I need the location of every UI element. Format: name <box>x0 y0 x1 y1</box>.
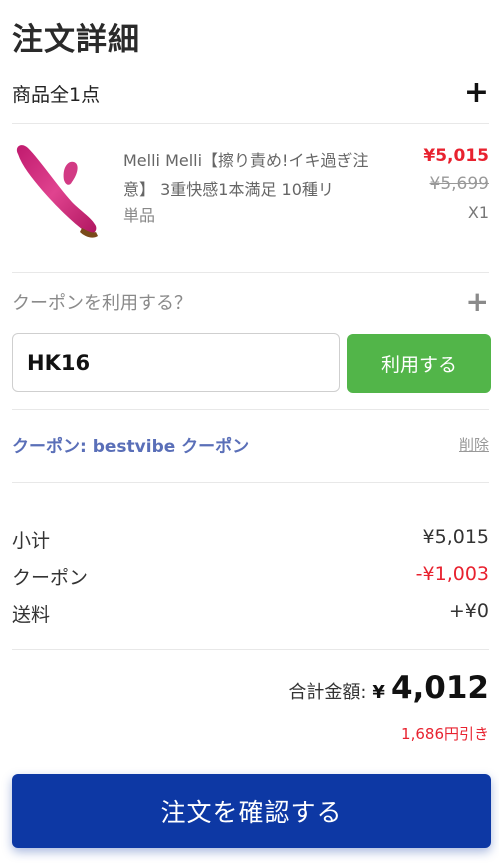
plus-icon[interactable]: + <box>466 288 489 316</box>
shipping-value: +¥0 <box>448 600 489 622</box>
coupon-discount-label: クーポン <box>12 567 89 589</box>
product-name[interactable]: Melli Melli【擦り責め!イキ過ぎ注意】 3重快感1本満足 10種リ <box>123 146 393 204</box>
items-header[interactable]: 商品全1点 + <box>12 78 489 108</box>
divider <box>12 123 489 124</box>
coupon-discount-row: クーポン -¥1,003 <box>12 563 489 590</box>
product-quantity: X1 <box>467 203 489 222</box>
order-total: 合計金額: ¥ 4,012 <box>288 670 489 706</box>
shipping-row: 送料 +¥0 <box>12 600 489 627</box>
product-variant: 単品 <box>123 206 156 225</box>
coupon-header[interactable]: クーポンを利用する？ + <box>12 288 489 316</box>
coupon-code-input[interactable] <box>12 333 340 392</box>
shipping-label: 送料 <box>12 604 51 626</box>
total-currency: ¥ <box>372 682 385 703</box>
total-label: 合計金額: <box>288 682 367 703</box>
divider <box>12 409 489 410</box>
total-amount: 4,012 <box>390 670 489 706</box>
remove-coupon-link[interactable]: 削除 <box>459 434 489 455</box>
applied-coupon: クーポン: bestvibe クーポン 削除 <box>12 432 489 457</box>
discount-note: 1,686円引き <box>401 725 489 743</box>
plus-icon[interactable]: + <box>464 78 489 108</box>
product-thumbnail[interactable] <box>12 140 102 240</box>
divider <box>12 649 489 650</box>
divider <box>12 272 489 273</box>
subtotal-row: 小计 ¥5,015 <box>12 526 489 553</box>
divider <box>12 482 489 483</box>
applied-coupon-text: クーポン: bestvibe クーポン <box>12 437 250 457</box>
product-item: Melli Melli【擦り責め!イキ過ぎ注意】 3重快感1本満足 10種リ 単… <box>12 140 489 250</box>
product-original-price: ¥5,699 <box>429 174 489 194</box>
subtotal-value: ¥5,015 <box>422 526 489 548</box>
coupon-header-label: クーポンを利用する？ <box>12 293 192 314</box>
confirm-order-button[interactable]: 注文を確認する <box>12 774 491 848</box>
coupon-discount-value: -¥1,003 <box>415 563 489 585</box>
subtotal-label: 小计 <box>12 530 51 552</box>
apply-coupon-button[interactable]: 利用する <box>347 334 491 393</box>
page-title: 注文詳細 <box>12 22 140 58</box>
product-price: ¥5,015 <box>423 146 489 166</box>
items-header-label: 商品全1点 <box>12 83 101 106</box>
